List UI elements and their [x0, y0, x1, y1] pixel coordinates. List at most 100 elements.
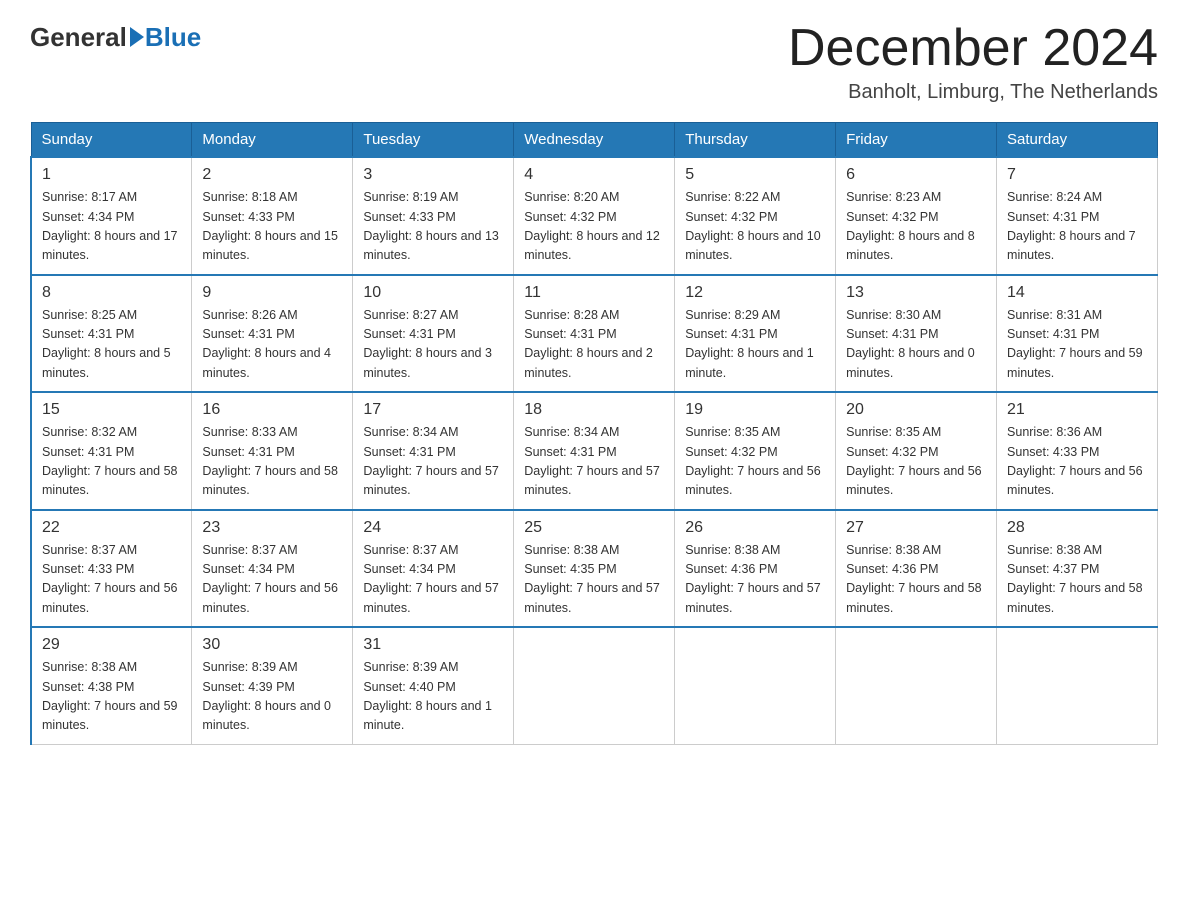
- day-number: 10: [363, 284, 503, 302]
- week-row-4: 22 Sunrise: 8:37 AMSunset: 4:33 PMDayligh…: [31, 510, 1158, 628]
- day-number: 9: [202, 284, 342, 302]
- calendar-cell: 24 Sunrise: 8:37 AMSunset: 4:34 PMDayligh…: [353, 510, 514, 628]
- header-cell-wednesday: Wednesday: [514, 123, 675, 158]
- day-number: 16: [202, 401, 342, 419]
- day-info: Sunrise: 8:38 AMSunset: 4:36 PMDaylight:…: [846, 541, 986, 619]
- calendar-cell: 12 Sunrise: 8:29 AMSunset: 4:31 PMDayligh…: [675, 275, 836, 393]
- day-info: Sunrise: 8:39 AMSunset: 4:39 PMDaylight:…: [202, 658, 342, 736]
- day-number: 21: [1007, 401, 1147, 419]
- calendar-cell: 3Sunrise: 8:19 AMSunset: 4:33 PMDaylight…: [353, 157, 514, 275]
- calendar-cell: 18 Sunrise: 8:34 AMSunset: 4:31 PMDayligh…: [514, 392, 675, 510]
- day-info: Sunrise: 8:22 AMSunset: 4:32 PMDaylight:…: [685, 188, 825, 266]
- day-info: Sunrise: 8:30 AMSunset: 4:31 PMDaylight:…: [846, 306, 986, 384]
- week-row-1: 1 Sunrise: 8:17 AMSunset: 4:34 PMDaylight…: [31, 157, 1158, 275]
- day-info: Sunrise: 8:37 AMSunset: 4:33 PMDaylight:…: [42, 541, 181, 619]
- calendar-cell: 28 Sunrise: 8:38 AMSunset: 4:37 PMDayligh…: [997, 510, 1158, 628]
- day-info: Sunrise: 8:26 AMSunset: 4:31 PMDaylight:…: [202, 306, 342, 384]
- calendar-cell: 13 Sunrise: 8:30 AMSunset: 4:31 PMDayligh…: [836, 275, 997, 393]
- page-header: General Blue December 2024 Banholt, Limb…: [30, 20, 1158, 104]
- calendar-table: SundayMondayTuesdayWednesdayThursdayFrid…: [30, 122, 1158, 745]
- day-number: 28: [1007, 519, 1147, 537]
- day-info: Sunrise: 8:38 AMSunset: 4:36 PMDaylight:…: [685, 541, 825, 619]
- title-block: December 2024 Banholt, Limburg, The Neth…: [788, 20, 1158, 104]
- day-info: Sunrise: 8:38 AMSunset: 4:38 PMDaylight:…: [42, 658, 181, 736]
- calendar-cell: 30 Sunrise: 8:39 AMSunset: 4:39 PMDayligh…: [192, 627, 353, 744]
- calendar-cell: [997, 627, 1158, 744]
- location-subtitle: Banholt, Limburg, The Netherlands: [788, 81, 1158, 104]
- day-info: Sunrise: 8:35 AMSunset: 4:32 PMDaylight:…: [846, 423, 986, 501]
- header-cell-sunday: Sunday: [31, 123, 192, 158]
- calendar-cell: 5 Sunrise: 8:22 AMSunset: 4:32 PMDaylight…: [675, 157, 836, 275]
- calendar-cell: 31 Sunrise: 8:39 AMSunset: 4:40 PMDayligh…: [353, 627, 514, 744]
- day-number: 19: [685, 401, 825, 419]
- calendar-cell: 22 Sunrise: 8:37 AMSunset: 4:33 PMDayligh…: [31, 510, 192, 628]
- day-info: Sunrise: 8:29 AMSunset: 4:31 PMDaylight:…: [685, 306, 825, 384]
- day-info: Sunrise: 8:28 AMSunset: 4:31 PMDaylight:…: [524, 306, 664, 384]
- day-number: 6: [846, 166, 986, 184]
- header-cell-friday: Friday: [836, 123, 997, 158]
- day-info: Sunrise: 8:35 AMSunset: 4:32 PMDaylight:…: [685, 423, 825, 501]
- day-number: 27: [846, 519, 986, 537]
- calendar-cell: 7Sunrise: 8:24 AMSunset: 4:31 PMDaylight…: [997, 157, 1158, 275]
- day-number: 1: [42, 166, 181, 184]
- day-number: 3: [363, 166, 503, 184]
- calendar-cell: 8Sunrise: 8:25 AMSunset: 4:31 PMDaylight…: [31, 275, 192, 393]
- calendar-cell: 16Sunrise: 8:33 AMSunset: 4:31 PMDayligh…: [192, 392, 353, 510]
- header-cell-tuesday: Tuesday: [353, 123, 514, 158]
- day-info: Sunrise: 8:27 AMSunset: 4:31 PMDaylight:…: [363, 306, 503, 384]
- day-number: 8: [42, 284, 181, 302]
- month-year-title: December 2024: [788, 20, 1158, 77]
- logo: General Blue: [30, 24, 201, 50]
- day-number: 4: [524, 166, 664, 184]
- day-number: 5: [685, 166, 825, 184]
- logo-blue-text: Blue: [145, 24, 201, 50]
- day-info: Sunrise: 8:20 AMSunset: 4:32 PMDaylight:…: [524, 188, 664, 266]
- day-info: Sunrise: 8:17 AMSunset: 4:34 PMDaylight:…: [42, 188, 181, 266]
- day-info: Sunrise: 8:34 AMSunset: 4:31 PMDaylight:…: [363, 423, 503, 501]
- header-cell-saturday: Saturday: [997, 123, 1158, 158]
- logo-arrow-icon: [130, 27, 144, 47]
- calendar-cell: 6Sunrise: 8:23 AMSunset: 4:32 PMDaylight…: [836, 157, 997, 275]
- calendar-cell: 14Sunrise: 8:31 AMSunset: 4:31 PMDayligh…: [997, 275, 1158, 393]
- day-info: Sunrise: 8:18 AMSunset: 4:33 PMDaylight:…: [202, 188, 342, 266]
- day-number: 18: [524, 401, 664, 419]
- day-number: 23: [202, 519, 342, 537]
- day-info: Sunrise: 8:34 AMSunset: 4:31 PMDaylight:…: [524, 423, 664, 501]
- day-number: 31: [363, 636, 503, 654]
- day-number: 24: [363, 519, 503, 537]
- day-number: 12: [685, 284, 825, 302]
- calendar-cell: 29Sunrise: 8:38 AMSunset: 4:38 PMDayligh…: [31, 627, 192, 744]
- logo-general-text: General: [30, 24, 127, 50]
- day-info: Sunrise: 8:38 AMSunset: 4:37 PMDaylight:…: [1007, 541, 1147, 619]
- day-info: Sunrise: 8:38 AMSunset: 4:35 PMDaylight:…: [524, 541, 664, 619]
- calendar-cell: 25 Sunrise: 8:38 AMSunset: 4:35 PMDayligh…: [514, 510, 675, 628]
- calendar-cell: 27 Sunrise: 8:38 AMSunset: 4:36 PMDayligh…: [836, 510, 997, 628]
- calendar-cell: 4 Sunrise: 8:20 AMSunset: 4:32 PMDaylight…: [514, 157, 675, 275]
- day-number: 22: [42, 519, 181, 537]
- week-row-5: 29Sunrise: 8:38 AMSunset: 4:38 PMDayligh…: [31, 627, 1158, 744]
- header-cell-thursday: Thursday: [675, 123, 836, 158]
- day-number: 17: [363, 401, 503, 419]
- calendar-cell: 2 Sunrise: 8:18 AMSunset: 4:33 PMDaylight…: [192, 157, 353, 275]
- calendar-cell: 23Sunrise: 8:37 AMSunset: 4:34 PMDayligh…: [192, 510, 353, 628]
- week-row-3: 15Sunrise: 8:32 AMSunset: 4:31 PMDayligh…: [31, 392, 1158, 510]
- day-info: Sunrise: 8:32 AMSunset: 4:31 PMDaylight:…: [42, 423, 181, 501]
- day-info: Sunrise: 8:37 AMSunset: 4:34 PMDaylight:…: [363, 541, 503, 619]
- day-number: 25: [524, 519, 664, 537]
- calendar-cell: 9 Sunrise: 8:26 AMSunset: 4:31 PMDaylight…: [192, 275, 353, 393]
- day-number: 2: [202, 166, 342, 184]
- day-info: Sunrise: 8:24 AMSunset: 4:31 PMDaylight:…: [1007, 188, 1147, 266]
- day-number: 13: [846, 284, 986, 302]
- calendar-cell: 19 Sunrise: 8:35 AMSunset: 4:32 PMDayligh…: [675, 392, 836, 510]
- header-row: SundayMondayTuesdayWednesdayThursdayFrid…: [31, 123, 1158, 158]
- calendar-cell: [675, 627, 836, 744]
- day-number: 26: [685, 519, 825, 537]
- header-cell-monday: Monday: [192, 123, 353, 158]
- calendar-cell: 1 Sunrise: 8:17 AMSunset: 4:34 PMDaylight…: [31, 157, 192, 275]
- calendar-cell: [514, 627, 675, 744]
- day-number: 30: [202, 636, 342, 654]
- calendar-cell: 26 Sunrise: 8:38 AMSunset: 4:36 PMDayligh…: [675, 510, 836, 628]
- day-info: Sunrise: 8:39 AMSunset: 4:40 PMDaylight:…: [363, 658, 503, 736]
- day-number: 14: [1007, 284, 1147, 302]
- day-info: Sunrise: 8:36 AMSunset: 4:33 PMDaylight:…: [1007, 423, 1147, 501]
